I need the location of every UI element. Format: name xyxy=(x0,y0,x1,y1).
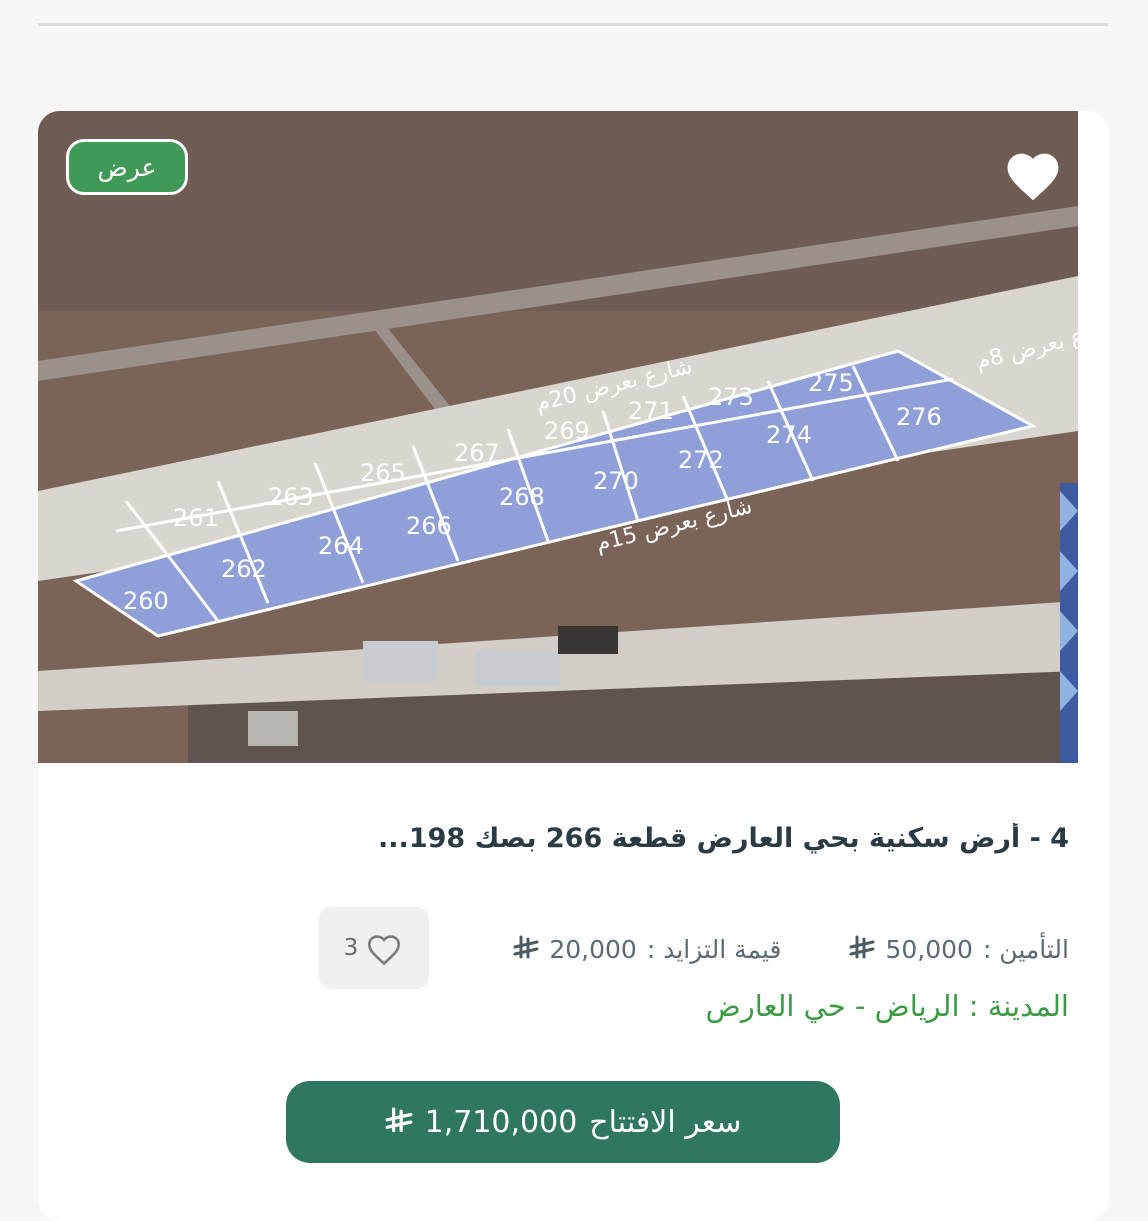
deposit-value: 50,000 xyxy=(885,934,973,964)
plot-number: 261 xyxy=(173,504,219,532)
plot-number: 275 xyxy=(808,369,854,397)
deposit-label: التأمين : xyxy=(982,934,1069,964)
opening-price-button[interactable]: سعر الافتتاح 1,710,000 xyxy=(286,1081,840,1163)
top-divider xyxy=(38,23,1108,26)
heart-outline-icon xyxy=(368,935,401,966)
opening-price-value: 1,710,000 xyxy=(424,1104,578,1140)
plot-number: 274 xyxy=(766,421,812,449)
likes-count: 3 xyxy=(343,935,359,961)
plot-number: 269 xyxy=(544,417,590,445)
plot-number: 273 xyxy=(708,383,754,411)
plot-number: 265 xyxy=(360,459,406,487)
riyal-icon xyxy=(385,1107,413,1133)
favorite-button[interactable] xyxy=(1000,141,1066,207)
heart-icon xyxy=(1007,153,1059,201)
riyal-icon xyxy=(513,935,539,959)
plot-number: 267 xyxy=(454,439,500,467)
offer-badge: عرض xyxy=(66,139,188,195)
plot-number: 263 xyxy=(268,483,314,511)
listing-card[interactable]: شارع بعرض 20م شارع بعرض 15م شارع بعرض 8م… xyxy=(38,111,1109,1221)
plot-number: 270 xyxy=(593,467,639,495)
increment-label: قيمة التزايد : xyxy=(646,934,782,964)
increment-value: 20,000 xyxy=(549,934,637,964)
riyal-icon xyxy=(849,935,875,959)
like-button[interactable]: 3 xyxy=(319,907,429,989)
opening-price-label: سعر الافتتاح xyxy=(589,1104,742,1140)
plot-number: 264 xyxy=(318,532,364,560)
plot-map-image[interactable]: شارع بعرض 20م شارع بعرض 15م شارع بعرض 8م… xyxy=(38,111,1078,763)
plot-number: 266 xyxy=(406,512,452,540)
plot-number: 276 xyxy=(896,403,942,431)
plot-number: 268 xyxy=(499,483,545,511)
auction-meta: التأمين : 50,000 قيمة التزايد : 20,000 xyxy=(513,929,1069,969)
plot-number: 271 xyxy=(628,397,674,425)
plot-number: 262 xyxy=(221,555,267,583)
plot-number: 260 xyxy=(123,587,169,615)
plot-number: 272 xyxy=(678,446,724,474)
listing-title[interactable]: 4 - أرض سكنية بحي العارض قطعة 266 بصك 19… xyxy=(89,823,1069,854)
city-location: المدينة : الرياض - حي العارض xyxy=(705,989,1069,1023)
